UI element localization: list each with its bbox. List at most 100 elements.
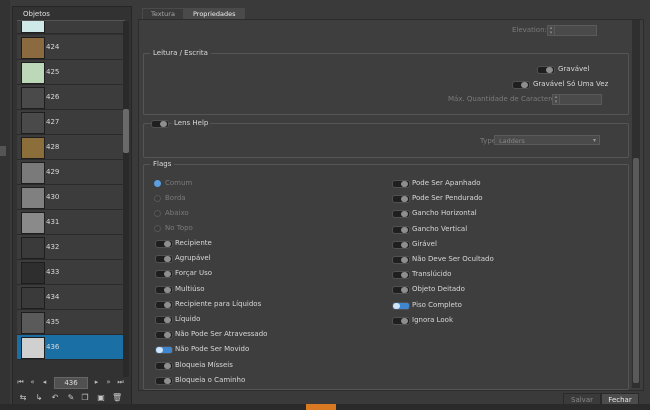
flag-toggle[interactable]	[155, 361, 173, 370]
delete-icon[interactable]: 🗑	[112, 393, 122, 403]
list-item[interactable]: 434	[17, 285, 123, 310]
flag-radio[interactable]	[154, 225, 161, 232]
first-page-icon[interactable]: ⏮	[16, 378, 25, 387]
list-item[interactable]: 424	[17, 35, 123, 60]
objects-panel: Objetos 436 435 434 433 432 431 430 429 428 427 42…	[12, 6, 132, 410]
flag-label: Pode Ser Apanhado	[412, 179, 481, 187]
flag-radio[interactable]	[154, 210, 161, 217]
import-icon[interactable]: ⇆	[18, 393, 28, 403]
stepper-arrows-icon[interactable]: ▴ ▾	[553, 95, 560, 104]
flag-toggle[interactable]	[392, 210, 410, 219]
prev-fast-icon[interactable]: «	[28, 378, 37, 387]
flag-toggle[interactable]	[155, 316, 173, 324]
editor-window: Objetos 436 435 434 433 432 431 430 429 428 427 42…	[0, 0, 650, 410]
object-id: 432	[46, 243, 60, 251]
objects-scroll-thumb[interactable]	[123, 109, 129, 153]
lens-help-toggle[interactable]	[151, 120, 169, 128]
objects-pager: ⏮ « ◂ 436 ▸ » ⏭	[16, 377, 128, 389]
page-number-field[interactable]: 436	[54, 377, 88, 389]
list-item[interactable]: 433	[17, 260, 123, 285]
list-item[interactable]: 429	[17, 160, 123, 185]
objects-panel-title: Objetos	[23, 10, 50, 18]
replace-icon[interactable]: ▣	[96, 393, 106, 403]
list-item[interactable]: 425	[17, 60, 123, 85]
export-icon[interactable]: ↳	[34, 393, 44, 403]
duplicate-icon[interactable]: ❐	[80, 393, 90, 403]
elevation-stepper[interactable]: ▴ ▾	[547, 25, 597, 36]
flag-toggle[interactable]	[155, 240, 173, 248]
flag-label: Pode Ser Pendurado	[412, 194, 483, 203]
list-item[interactable]	[17, 21, 123, 34]
status-accent	[306, 404, 336, 410]
flag-toggle[interactable]	[392, 256, 410, 264]
lens-help-section: Lens Help Type: Ladders ▾	[143, 119, 629, 158]
flag-toggle[interactable]	[392, 195, 410, 204]
last-page-icon[interactable]: ⏭	[116, 378, 125, 387]
object-thumbnail	[21, 187, 45, 209]
object-thumbnail	[21, 87, 45, 109]
flag-toggle[interactable]	[392, 316, 410, 325]
list-item[interactable]: 436	[17, 335, 123, 360]
type-select[interactable]: Ladders ▾	[494, 135, 600, 145]
object-id: 424	[46, 43, 60, 51]
list-item[interactable]: 427	[17, 110, 123, 135]
max-chars-stepper[interactable]: ▴ ▾	[552, 94, 602, 105]
flag-toggle[interactable]	[392, 180, 410, 188]
tab-bar: Textura Propriedades	[142, 8, 642, 20]
flag-toggle[interactable]	[155, 346, 173, 355]
object-id: 436	[46, 343, 60, 351]
object-id: 435	[46, 318, 60, 326]
flag-toggle[interactable]	[155, 300, 173, 309]
flag-label: Não Pode Ser Atravessado	[175, 330, 268, 339]
object-id: 431	[46, 218, 60, 226]
list-item[interactable]: 435	[17, 310, 123, 335]
objects-scrollbar[interactable]	[123, 21, 129, 377]
dock-handle[interactable]	[0, 146, 6, 156]
list-item[interactable]: 431	[17, 210, 123, 235]
flag-label: Recipiente para Líquidos	[175, 299, 262, 308]
flags-section: Flags Comum Borda Abaixo No Topo Recipiente…	[143, 160, 629, 390]
undo-icon[interactable]: ↶	[50, 393, 60, 403]
list-item[interactable]: 428	[17, 135, 123, 160]
object-thumbnail	[21, 21, 45, 33]
flag-toggle[interactable]	[155, 331, 173, 340]
properties-scroll-thumb[interactable]	[633, 158, 639, 383]
flag-toggle[interactable]	[155, 270, 173, 279]
list-item[interactable]: 426	[17, 85, 123, 110]
flag-radio[interactable]	[154, 195, 161, 202]
object-thumbnail	[21, 312, 45, 334]
flag-label: Ignora Look	[412, 315, 454, 324]
list-item[interactable]: 430	[17, 185, 123, 210]
flag-toggle[interactable]	[392, 286, 410, 295]
flag-toggle[interactable]	[392, 225, 410, 234]
properties-scrollbar[interactable]	[632, 20, 640, 388]
object-thumbnail	[21, 162, 45, 184]
read-write-section: Leitura / Escrita Gravável Gravável Só U…	[143, 49, 629, 115]
flag-toggle[interactable]	[155, 376, 173, 385]
object-id: 427	[46, 118, 60, 126]
flag-toggle[interactable]	[155, 285, 173, 294]
writable-toggle[interactable]	[537, 66, 555, 74]
write-once-toggle[interactable]	[512, 81, 530, 89]
flag-toggle[interactable]	[392, 240, 410, 249]
object-thumbnail	[21, 62, 45, 84]
edit-icon[interactable]: ✎	[66, 393, 76, 403]
flag-toggle[interactable]	[392, 271, 410, 280]
prev-icon[interactable]: ◂	[40, 378, 49, 387]
flag-label: Não Pode Ser Movido	[175, 345, 250, 354]
next-fast-icon[interactable]: »	[104, 378, 113, 387]
flag-label: Girável	[412, 239, 437, 248]
flag-label: Objeto Deitado	[412, 285, 465, 294]
object-thumbnail	[21, 337, 45, 359]
next-icon[interactable]: ▸	[92, 378, 101, 387]
list-item[interactable]: 432	[17, 235, 123, 260]
flag-radio-label: No Topo	[165, 224, 193, 232]
flag-toggle[interactable]	[155, 255, 173, 264]
flag-toggle[interactable]	[392, 301, 410, 310]
read-write-title: Leitura / Escrita	[150, 49, 211, 57]
flag-radio[interactable]	[154, 180, 161, 187]
flag-radio-label: Comum	[165, 179, 193, 187]
writable-label: Gravável	[558, 65, 590, 73]
max-chars-label: Máx. Quantidade de Caracteres	[448, 95, 559, 103]
stepper-arrows-icon[interactable]: ▴ ▾	[548, 26, 555, 35]
